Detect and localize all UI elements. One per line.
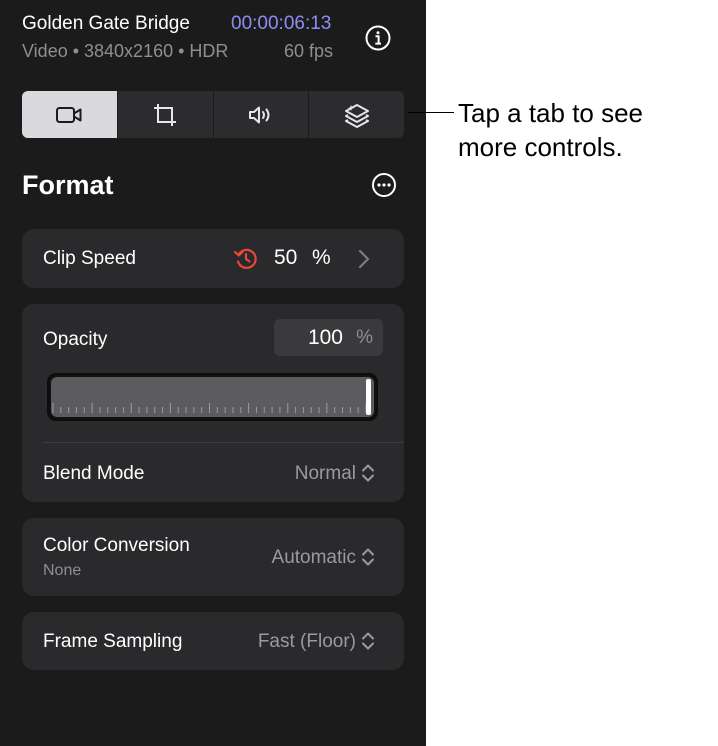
clip-timecode: 00:00:06:13 <box>231 13 332 34</box>
clip-frame-rate: 60 fps <box>284 41 334 61</box>
opacity-slider-ticks <box>52 403 367 413</box>
blend-mode-label: Blend Mode <box>43 463 145 484</box>
color-conversion-value: Automatic <box>271 547 356 568</box>
color-conversion-label: Color Conversion <box>43 535 190 556</box>
frame-sampling-row[interactable]: Frame Sampling Fast (Floor) <box>22 612 404 670</box>
callout-line-2: more controls. <box>458 132 623 162</box>
speaker-icon <box>248 106 270 123</box>
opacity-blend-card: Opacity 100 % Blend Mode Normal <box>22 304 404 502</box>
tab-transform[interactable] <box>118 91 214 138</box>
info-button[interactable] <box>364 24 392 52</box>
speed-retime-icon <box>233 248 257 269</box>
layers-icon <box>344 103 369 128</box>
color-conversion-sublabel: None <box>43 562 82 579</box>
more-options-button[interactable] <box>371 172 397 198</box>
ellipsis-circle-icon <box>372 173 396 197</box>
inspector-panel: Golden Gate Bridge 00:00:06:13 Video • 3… <box>0 0 426 746</box>
blend-mode-row[interactable]: Blend Mode Normal <box>22 443 404 502</box>
clip-speed-value: 50 <box>274 246 298 269</box>
blend-mode-value: Normal <box>294 463 356 484</box>
opacity-value-field[interactable]: 100 % <box>274 319 383 356</box>
opacity-slider[interactable] <box>47 373 378 421</box>
inspector-tab-bar <box>22 91 404 138</box>
section-title: Format <box>22 170 114 200</box>
chevron-up-down-icon <box>362 548 374 566</box>
clip-format-info: Video • 3840x2160 • HDR <box>22 41 229 61</box>
clip-title: Golden Gate Bridge <box>22 13 190 34</box>
chevron-up-down-icon <box>362 464 374 482</box>
clip-speed-label: Clip Speed <box>43 248 136 269</box>
callout-text: Tap a tab to see more controls. <box>458 96 643 164</box>
tab-effects[interactable] <box>309 91 404 138</box>
tab-video[interactable] <box>22 91 118 138</box>
frame-sampling-value: Fast (Floor) <box>257 631 356 652</box>
opacity-unit: % <box>356 327 373 348</box>
chevron-up-down-icon <box>362 632 374 650</box>
clip-speed-unit: % <box>312 246 331 269</box>
opacity-slider-thumb[interactable] <box>366 379 371 415</box>
info-icon <box>365 25 391 51</box>
clip-speed-row[interactable]: Clip Speed 50 % <box>22 229 404 288</box>
clip-metadata: Video • 3840x2160 • HDR 60 fps <box>22 41 333 62</box>
frame-sampling-label: Frame Sampling <box>43 631 183 652</box>
tab-audio[interactable] <box>214 91 310 138</box>
callout-line <box>408 112 454 113</box>
chevron-right-icon <box>358 249 370 269</box>
opacity-value: 100 <box>307 326 343 349</box>
transform-icon <box>154 103 177 126</box>
opacity-label: Opacity <box>43 329 108 350</box>
color-conversion-row[interactable]: Color Conversion None Automatic <box>22 518 404 596</box>
video-camera-icon <box>56 106 82 123</box>
callout-line-1: Tap a tab to see <box>458 98 644 128</box>
